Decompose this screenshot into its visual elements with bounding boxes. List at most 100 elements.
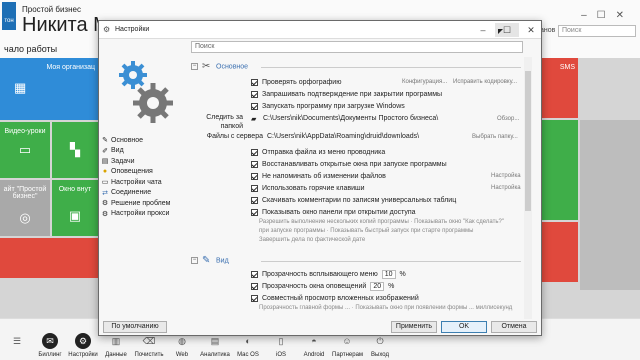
checkbox[interactable] [251, 270, 258, 278]
cancel-button[interactable]: Отмена [491, 321, 537, 333]
tile-sms[interactable]: SMS [542, 58, 578, 118]
tile-about-site[interactable]: айт "Простой бизнес" ◎ [0, 180, 50, 236]
option-autostart[interactable]: Запускать программу при загрузке Windows [251, 101, 405, 111]
option-confirm-close[interactable]: Запрашивать подтверждение при закрытии п… [251, 89, 442, 99]
checkbox[interactable] [251, 294, 258, 302]
checkbox[interactable] [251, 208, 258, 216]
checkbox[interactable] [251, 196, 258, 204]
setting-link-2[interactable]: Настройка [491, 185, 521, 191]
settings-content: − ✂ Основное Проверять орфографию Конфигур… [191, 57, 523, 319]
building-icon: ▦ [14, 80, 27, 95]
setting-link-1[interactable]: Настройка [491, 173, 521, 179]
option-no-file-reminder[interactable]: Не напоминать об изменении файлов [251, 171, 386, 181]
dialog-title: Настройки [115, 26, 150, 33]
nav-item-notifications[interactable]: ● Оповещения [101, 167, 201, 178]
server-files-path[interactable]: C:\Users\nik\AppData\Roaming\druid\downl… [267, 133, 419, 140]
checkbox[interactable] [251, 78, 258, 86]
taskbar-item-billing[interactable]: ✉ Биллинг [35, 333, 65, 360]
app-search-input[interactable]: Поиск [558, 25, 636, 37]
tile-right-green[interactable] [542, 120, 578, 220]
section-main-header[interactable]: − ✂ Основное [191, 61, 521, 73]
minimize-button[interactable]: – [471, 23, 495, 37]
tile-organization[interactable]: Моя организац ▦ [0, 58, 98, 120]
tile-right-red[interactable] [542, 222, 578, 282]
checkbox[interactable] [251, 172, 258, 180]
option-restore-windows[interactable]: Восстанавливать открытые окна при запуск… [251, 159, 447, 169]
checkbox[interactable] [251, 90, 258, 98]
taskbar-item-android[interactable]: ◓ Android [299, 333, 329, 360]
taskbar-item-partners[interactable]: ☺ Партнерам [332, 333, 363, 360]
option-download-comments[interactable]: Скачивать комментарии по записям универс… [251, 195, 456, 205]
fix-encoding-link[interactable]: Исправить кодировку... [453, 79, 517, 85]
start-work-label[interactable]: чало работы [4, 44, 57, 54]
defaults-button[interactable]: По умолчанию [103, 321, 167, 333]
notify-transparency-input[interactable]: 20 [370, 281, 385, 291]
checkbox[interactable] [251, 160, 258, 168]
taskbar-item-settings[interactable]: ⚙ Настройки [68, 333, 98, 360]
tile-web-green[interactable]: ▚ [52, 122, 98, 178]
taskbar-item-ios[interactable]: ▯ iOS [266, 333, 296, 360]
sub-option-text[interactable]: при запуске программы · Показывать быстр… [259, 228, 473, 234]
sub-option-text[interactable]: Завершить дела по фактической дате [259, 237, 365, 243]
option-notify-transparency[interactable]: Прозрачность окна оповещений 20% [251, 281, 394, 291]
nav-item-view[interactable]: ✐ Вид [101, 146, 201, 157]
taskbar-item-exit[interactable]: ⏻ Выход [365, 333, 395, 360]
tile-video-lessons[interactable]: Видео-уроки ▭ [0, 122, 50, 178]
dialog-titlebar[interactable]: ⚙ Настройки – ☐ ✕ [99, 21, 541, 39]
option-spellcheck[interactable]: Проверять орфографию [251, 77, 341, 87]
option-shared-image-view[interactable]: Совместный просмотр вложенных изображени… [251, 293, 419, 303]
divider [261, 261, 521, 262]
taskbar-item-first[interactable]: ☰ [2, 333, 32, 360]
nav-item-proxy[interactable]: ⚙ Настройки прокси [101, 209, 201, 220]
taskbar-item-clean[interactable]: ⌫ Почистить [134, 333, 164, 360]
taskbar-item-data[interactable]: ▥ Данные [101, 333, 131, 360]
folder-icon: ▰ [251, 116, 257, 123]
settings-small-icon: ⚙ [103, 25, 111, 34]
collapse-icon[interactable]: − [191, 63, 198, 70]
gear-icon: ⚙ [101, 200, 109, 208]
option-explorer-menu[interactable]: Отправка файла из меню проводника [251, 147, 385, 157]
collapse-icon[interactable]: − [191, 257, 198, 264]
ok-button[interactable]: OK [441, 321, 487, 333]
settings-search-input[interactable]: Поиск [191, 41, 523, 53]
browse-link[interactable]: Обзор... [497, 116, 519, 122]
menu-icon: ☰ [12, 336, 22, 346]
nav-item-tasks[interactable]: ▤ Задачи [101, 156, 201, 167]
tile-video-label: Видео-уроки [4, 128, 46, 135]
tools-icon: ✂ [202, 61, 211, 72]
nav-item-troubleshooting[interactable]: ⚙ Решение проблем [101, 198, 201, 209]
checkbox[interactable] [251, 148, 258, 156]
window-icon: ▣ [68, 208, 82, 223]
settings-dialog: ⚙ Настройки – ☐ ✕ ✎ Основное ✐ Вид ▤ Задачи… [98, 20, 542, 336]
task-icon: ▤ [101, 158, 109, 166]
checkbox[interactable] [251, 282, 258, 290]
sub-option-text[interactable]: Разрешить выполнение нескольких копий пр… [259, 219, 504, 225]
option-menu-transparency[interactable]: Прозрачность всплывающего меню 10% [251, 269, 406, 279]
tile-window[interactable]: Окно внут ▣ [52, 180, 98, 236]
watch-folder-label: Следить за папкой [206, 114, 243, 130]
spell-config-link[interactable]: Конфигурация... [402, 79, 447, 85]
settings-scrollbar[interactable] [524, 57, 532, 319]
close-button[interactable]: ✕ [519, 23, 543, 37]
nav-item-main[interactable]: ✎ Основное [101, 135, 201, 146]
nav-item-connection[interactable]: ⇄ Соединение [101, 188, 201, 199]
sub-option-text[interactable]: Прозрачность главной формы ... · Показыв… [259, 305, 512, 311]
option-panel-on-share[interactable]: Показывать окно панели при открытии дост… [251, 207, 416, 217]
taskbar-item-web[interactable]: ◍ Web [167, 333, 197, 360]
checkbox[interactable] [251, 184, 258, 192]
app-window-controls[interactable]: –☐✕ [581, 10, 634, 21]
nav-item-chat[interactable]: ▭ Настройки чата [101, 177, 201, 188]
scrollbar-thumb[interactable] [525, 71, 531, 211]
tile-red[interactable] [0, 238, 98, 278]
taskbar-item-macos[interactable]: ◐ Mac OS [233, 333, 263, 360]
option-hotkeys[interactable]: Использовать горячие клавиши [251, 183, 365, 193]
menu-transparency-input[interactable]: 10 [381, 269, 396, 279]
taskbar-item-analytics[interactable]: ▤ Аналитика [200, 333, 230, 360]
checkbox[interactable] [251, 102, 258, 110]
section-view-header[interactable]: − ✎ Вид [191, 255, 521, 267]
apply-button[interactable]: Применить [391, 321, 437, 333]
settings-nav: ✎ Основное ✐ Вид ▤ Задачи ● Оповещения ▭ Наст… [101, 135, 201, 219]
watch-folder-path[interactable]: C:\Users\nik\Documents\Документы Простог… [263, 115, 438, 122]
connection-icon: ⇄ [102, 189, 108, 197]
choose-folder-link[interactable]: Выбрать папку... [472, 134, 518, 140]
